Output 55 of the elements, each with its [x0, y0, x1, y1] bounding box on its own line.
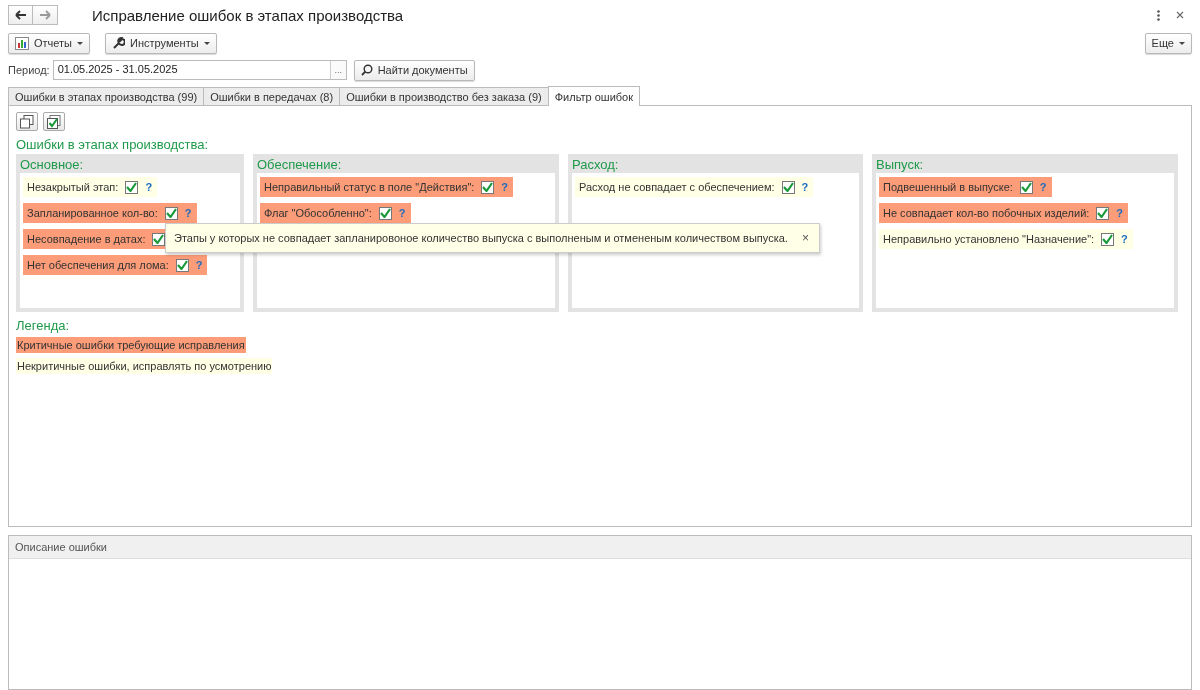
caret-icon	[77, 41, 84, 45]
legend-title: Легенда:	[16, 318, 71, 333]
copy-button[interactable]	[16, 112, 38, 131]
legend-item: Некритичные ошибки, исправлять по усмотрению	[16, 358, 273, 374]
close-button[interactable]: ×	[801, 231, 809, 245]
checkbox[interactable]	[164, 206, 178, 220]
caret-icon	[203, 41, 210, 45]
checkbox[interactable]	[125, 180, 139, 194]
checkbox[interactable]	[1101, 232, 1115, 246]
checkboxes-icon	[47, 114, 61, 129]
group-title: Расход:	[572, 156, 620, 173]
option-label: Нет обеспечения для лома:	[27, 259, 169, 271]
window-title: Исправление ошибок в этапах производства	[92, 6, 404, 24]
check-all-button[interactable]	[43, 112, 65, 131]
pages-icon	[20, 114, 34, 129]
option-label: Подвешенный в выпуске:	[883, 181, 1013, 193]
arrow-right-icon	[39, 10, 51, 20]
help-link[interactable]: ?	[145, 181, 153, 193]
period-label: Период:	[8, 64, 50, 76]
group-title: Выпуск:	[876, 156, 925, 173]
find-documents-button[interactable]: Найти документы	[353, 59, 475, 81]
chart-icon	[15, 36, 29, 50]
checkbox[interactable]	[481, 180, 495, 194]
checkbox[interactable]	[1096, 206, 1110, 220]
section-title: Ошибки в этапах производства:	[16, 137, 210, 152]
checkbox[interactable]	[1019, 180, 1033, 194]
checkbox[interactable]	[152, 232, 166, 246]
arrow-left-icon	[14, 10, 27, 20]
caret-icon	[1179, 41, 1185, 45]
checkbox[interactable]	[378, 206, 392, 220]
dots-icon	[1157, 9, 1160, 21]
option-label: Несовпадение в датах:	[27, 233, 146, 245]
tooltip-text: Этапы у которых не совпадает запланировоное количество выпуска с выполненым и отмененым количеством выпуска.	[174, 232, 788, 244]
help-link[interactable]: ?	[801, 181, 809, 193]
group-title: Обеспечение:	[257, 156, 343, 173]
option-label: Расход не совпадает с обеспечением:	[579, 181, 775, 193]
back-button[interactable]	[8, 5, 33, 25]
option-label: Незакрытый этап:	[27, 181, 119, 193]
close-icon	[1176, 11, 1184, 19]
group-title: Основное:	[20, 156, 85, 173]
legend-item: Критичные ошибки требующие исправления	[16, 337, 246, 353]
checkbox[interactable]	[175, 258, 189, 272]
option-label: Запланированное кол-во:	[27, 207, 158, 219]
description-title: Описание ошибки	[9, 536, 1191, 559]
tools-button[interactable]: Инструменты	[105, 32, 217, 54]
tab[interactable]: Фильтр ошибок	[547, 86, 641, 106]
reports-button[interactable]: Отчеты	[8, 32, 91, 54]
search-icon	[360, 64, 373, 76]
option-label: Флаг "Обособленно":	[264, 207, 372, 219]
option-label: Неправильно установлено "Назначение":	[883, 233, 1095, 245]
checkbox[interactable]	[781, 180, 795, 194]
help-link[interactable]: ?	[1121, 233, 1128, 245]
option-label: Неправильный статус в поле "Действия":	[264, 181, 475, 193]
option-label: Не совпадает кол-во побочных изделий:	[883, 207, 1090, 219]
more-button[interactable]: Еще	[1144, 32, 1192, 54]
